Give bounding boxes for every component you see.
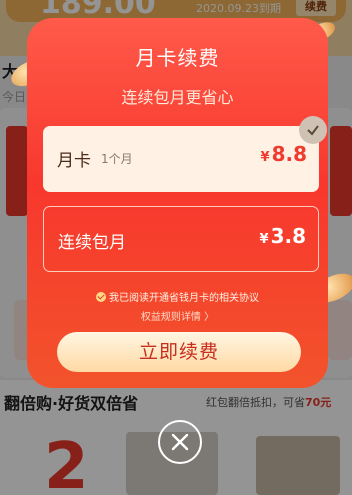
currency-symbol: ¥: [260, 150, 270, 165]
modal-subtitle: 连续包月更省心: [121, 88, 234, 107]
plan-price: ¥8.8: [261, 142, 307, 166]
plan-option-continuous[interactable]: 连续包月 ¥3.8: [43, 206, 319, 272]
plan-option-monthly[interactable]: 月卡 1个月 ¥8.8: [43, 116, 327, 192]
check-icon: [299, 116, 327, 144]
modal-title: 月卡续费: [135, 46, 220, 70]
agreement-text[interactable]: 我已阅读开通省钱月卡的相关协议: [109, 293, 259, 304]
plan-period: 1个月: [101, 152, 133, 166]
check-circle-icon[interactable]: [96, 292, 106, 302]
renew-modal: 月卡续费 连续包月更省心 月卡 1个月 ¥8.8 连续包月 ¥3.8 我已阅读开…: [27, 18, 328, 388]
close-button[interactable]: [158, 420, 202, 464]
close-icon: [171, 433, 189, 451]
renew-now-button[interactable]: 立即续费: [57, 332, 301, 372]
plan-price-value: 8.8: [271, 142, 307, 166]
plan-name: 连续包月: [58, 233, 126, 253]
plan-name: 月卡: [57, 151, 91, 171]
currency-symbol: ¥: [259, 232, 269, 247]
plan-price-value: 3.8: [270, 224, 306, 248]
rules-link[interactable]: 权益规则详情 〉: [27, 308, 328, 323]
plan-price: ¥3.8: [260, 224, 306, 248]
agreement-row[interactable]: 我已阅读开通省钱月卡的相关协议: [27, 289, 328, 304]
